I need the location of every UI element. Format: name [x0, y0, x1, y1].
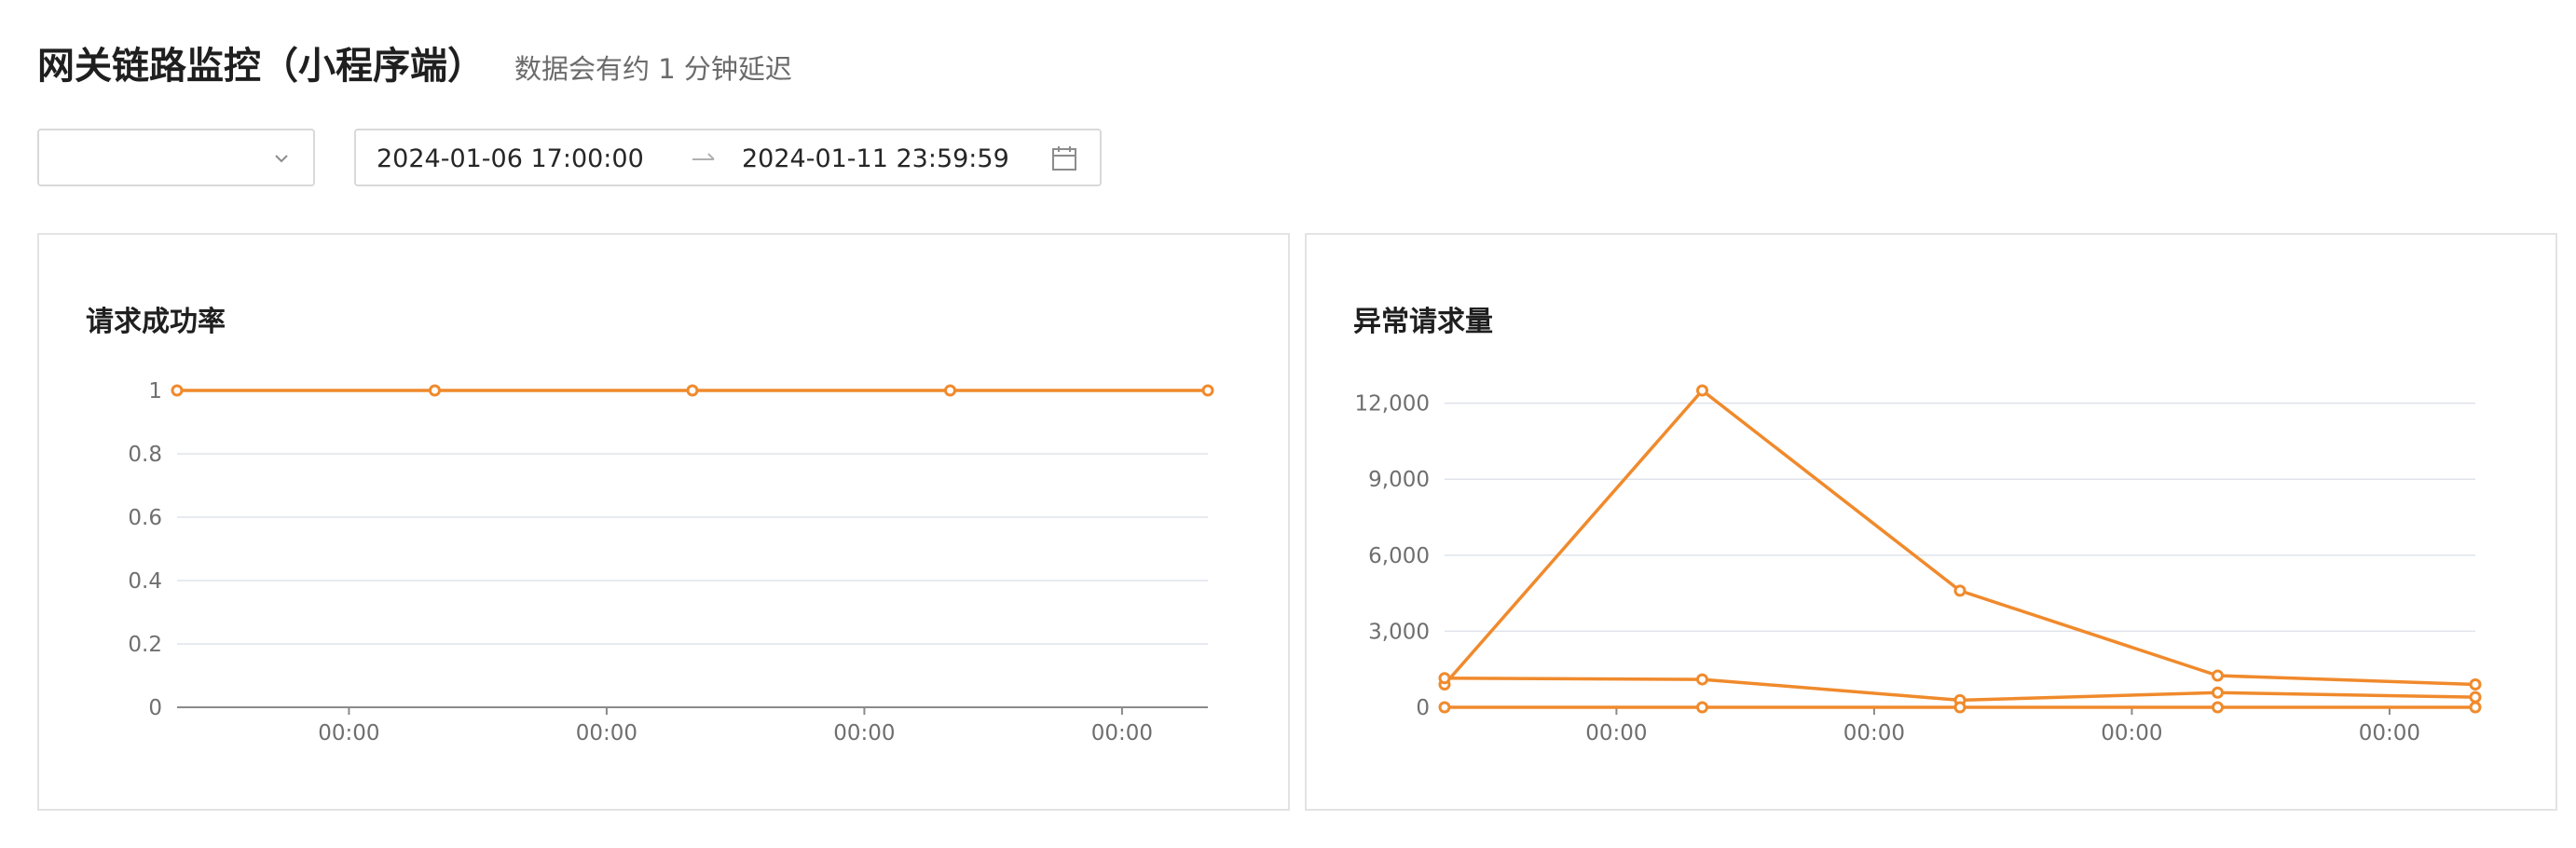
y-tick-label: 1: [148, 379, 162, 403]
data-point[interactable]: [1201, 384, 1214, 397]
y-tick-label: 0.2: [128, 633, 162, 657]
data-point[interactable]: [1953, 584, 1966, 597]
date-range-picker[interactable]: 2024-01-06 17:00:00 2024-01-11 23:59:59: [354, 129, 1102, 186]
success-rate-panel: 请求成功率 0 0.2 0.4 0.6 0.8 1 00:00 00:00 00:00 00:00: [37, 233, 1290, 811]
x-tick-label: 00:00: [318, 721, 379, 745]
data-point[interactable]: [2212, 669, 2224, 682]
page-header: 网关链路监控（小程序端） 数据会有约 1 分钟延迟: [37, 35, 792, 89]
x-tick-label: 00:00: [1091, 721, 1153, 745]
data-point[interactable]: [429, 384, 441, 397]
y-tick-label: 3,000: [1368, 620, 1430, 644]
y-tick-label: 0: [148, 696, 162, 720]
data-point[interactable]: [2469, 691, 2482, 704]
data-point[interactable]: [1696, 701, 1708, 714]
y-tick-label: 0: [1416, 696, 1430, 720]
data-point[interactable]: [171, 384, 184, 397]
y-tick-label: 6,000: [1368, 544, 1430, 568]
data-point[interactable]: [2212, 701, 2224, 714]
data-point[interactable]: [1438, 672, 1451, 685]
error-count-chart: 0 3,000 6,000 9,000 12,000 00:00 00:00 00:00 00:…: [1355, 384, 2482, 745]
filter-bar: 2024-01-06 17:00:00 2024-01-11 23:59:59: [37, 129, 1102, 186]
x-tick-label: 00:00: [1843, 721, 1905, 745]
x-tick-label: 00:00: [2359, 721, 2420, 745]
x-tick-label: 00:00: [1585, 721, 1647, 745]
range-start-input[interactable]: 2024-01-06 17:00:00: [377, 144, 644, 173]
data-point[interactable]: [944, 384, 956, 397]
y-tick-label: 0.8: [128, 443, 162, 467]
data-point[interactable]: [2212, 686, 2224, 699]
x-tick-label: 00:00: [833, 721, 895, 745]
x-tick-label: 00:00: [576, 721, 637, 745]
range-end-input[interactable]: 2024-01-11 23:59:59: [742, 144, 1009, 173]
page-title: 网关链路监控（小程序端）: [37, 45, 485, 88]
page-subtitle: 数据会有约 1 分钟延迟: [514, 53, 792, 85]
y-tick-label: 12,000: [1355, 392, 1430, 417]
data-point[interactable]: [1696, 384, 1708, 397]
x-tick-label: 00:00: [2101, 721, 2162, 745]
error-count-panel: 异常请求量 0 3,000 6,000 9,000 12,000 00:00 00:00 00…: [1305, 233, 2557, 811]
y-tick-label: 0.4: [128, 569, 162, 594]
data-point[interactable]: [2469, 701, 2482, 714]
chevron-down-icon: [275, 155, 288, 163]
y-tick-label: 9,000: [1368, 468, 1430, 492]
calendar-icon[interactable]: [1051, 144, 1077, 172]
data-point[interactable]: [1953, 701, 1966, 714]
data-point[interactable]: [2469, 678, 2482, 691]
arrow-right-icon: [692, 153, 715, 160]
app-select[interactable]: [37, 129, 315, 186]
series-line-0: [1443, 389, 2476, 687]
data-point[interactable]: [1696, 673, 1708, 686]
success-rate-chart: 0 0.2 0.4 0.6 0.8 1 00:00 00:00 00:00 00:00: [128, 379, 1214, 745]
data-point[interactable]: [686, 384, 699, 397]
data-point[interactable]: [1438, 701, 1451, 714]
y-tick-label: 0.6: [128, 506, 162, 530]
